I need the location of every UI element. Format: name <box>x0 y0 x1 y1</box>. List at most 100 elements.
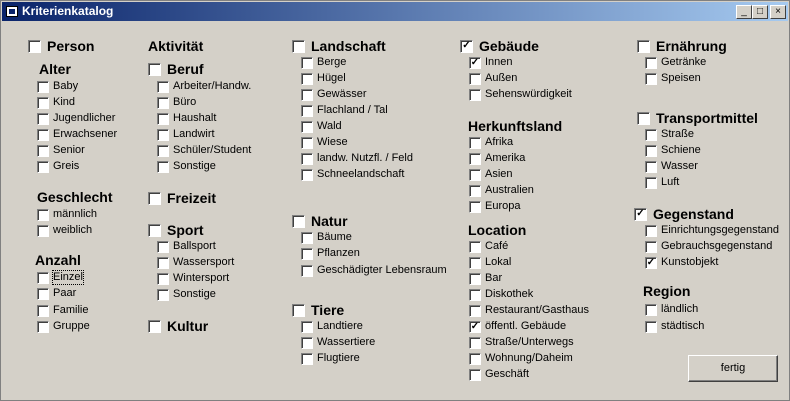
checkbox-senior[interactable] <box>37 145 49 157</box>
option-label-wintersport[interactable]: Wintersport <box>173 272 229 285</box>
checkbox-freizeit[interactable] <box>148 192 161 205</box>
checkbox-buro[interactable] <box>157 97 169 109</box>
checkbox-tiere[interactable] <box>292 304 305 317</box>
checkbox-kultur[interactable] <box>148 320 161 333</box>
checkbox-cafe[interactable] <box>469 241 481 253</box>
option-label-wiese[interactable]: Wiese <box>317 136 348 149</box>
option-label-getranke[interactable]: Getränke <box>661 56 706 69</box>
checkbox-offentl-gebaude[interactable]: ✓ <box>469 321 481 333</box>
checkbox-sehenswurdigkeit[interactable] <box>469 89 481 101</box>
category-label-kultur[interactable]: Kultur <box>167 318 208 334</box>
checkbox-landw-nutzfl-feld[interactable] <box>301 153 313 165</box>
checkbox-schiene[interactable] <box>645 145 657 157</box>
checkbox-sport[interactable] <box>148 224 161 237</box>
option-label-flachland-tal[interactable]: Flachland / Tal <box>317 104 388 117</box>
option-label-gruppe[interactable]: Gruppe <box>53 320 90 333</box>
option-label-landlich[interactable]: ländlich <box>661 303 698 316</box>
option-label-landtiere[interactable]: Landtiere <box>317 320 363 333</box>
category-label-tiere[interactable]: Tiere <box>311 302 344 318</box>
option-label-landw-nutzfl-feld[interactable]: landw. Nutzfl. / Feld <box>317 152 413 165</box>
checkbox-gegenstand[interactable]: ✓ <box>634 208 647 221</box>
checkbox-wintersport[interactable] <box>157 273 169 285</box>
checkbox-ernahrung[interactable] <box>637 40 650 53</box>
category-label-person[interactable]: Person <box>47 38 94 54</box>
option-label-luft[interactable]: Luft <box>661 176 679 189</box>
checkbox-strasse[interactable] <box>645 129 657 141</box>
option-label-einzel[interactable]: Einzel <box>52 270 84 285</box>
option-label-europa[interactable]: Europa <box>485 200 520 213</box>
option-label-strasse[interactable]: Straße <box>661 128 694 141</box>
title-bar[interactable]: Kriterienkatalog _ □ × <box>2 2 788 21</box>
checkbox-haushalt[interactable] <box>157 113 169 125</box>
checkbox-einzel[interactable] <box>37 272 49 284</box>
option-label-berge[interactable]: Berge <box>317 56 346 69</box>
checkbox-luft[interactable] <box>645 177 657 189</box>
category-label-landschaft[interactable]: Landschaft <box>311 38 386 54</box>
close-button[interactable]: × <box>770 5 786 19</box>
checkbox-flugtiere[interactable] <box>301 353 313 365</box>
checkbox-landschaft[interactable] <box>292 40 305 53</box>
checkbox-aussen[interactable] <box>469 73 481 85</box>
option-label-gebrauchsgegenstand[interactable]: Gebrauchsgegenstand <box>661 240 772 253</box>
option-label-wohnung-daheim[interactable]: Wohnung/Daheim <box>485 352 573 365</box>
option-label-bar[interactable]: Bar <box>485 272 502 285</box>
checkbox-pflanzen[interactable] <box>301 248 313 260</box>
checkbox-landwirt[interactable] <box>157 129 169 141</box>
option-label-australien[interactable]: Australien <box>485 184 534 197</box>
checkbox-mannlich[interactable] <box>37 209 49 221</box>
checkbox-restaurant-gasthaus[interactable] <box>469 305 481 317</box>
checkbox-jugendlicher[interactable] <box>37 113 49 125</box>
category-label-ernahrung[interactable]: Ernährung <box>656 38 727 54</box>
checkbox-speisen[interactable] <box>645 73 657 85</box>
checkbox-gebrauchsgegenstand[interactable] <box>645 241 657 253</box>
option-label-baume[interactable]: Bäume <box>317 231 352 244</box>
option-label-aussen[interactable]: Außen <box>485 72 517 85</box>
option-label-afrika[interactable]: Afrika <box>485 136 513 149</box>
option-label-diskothek[interactable]: Diskothek <box>485 288 533 301</box>
option-label-familie[interactable]: Familie <box>53 304 88 317</box>
option-label-wald[interactable]: Wald <box>317 120 342 133</box>
checkbox-baby[interactable] <box>37 81 49 93</box>
checkbox-gewasser[interactable] <box>301 89 313 101</box>
option-label-innen[interactable]: Innen <box>485 56 513 69</box>
app-icon[interactable] <box>6 6 18 17</box>
checkbox-baume[interactable] <box>301 232 313 244</box>
checkbox-familie[interactable] <box>37 305 49 317</box>
checkbox-sonstige[interactable] <box>157 289 169 301</box>
checkbox-asien[interactable] <box>469 169 481 181</box>
option-label-landwirt[interactable]: Landwirt <box>173 128 215 141</box>
checkbox-hugel[interactable] <box>301 73 313 85</box>
checkbox-europa[interactable] <box>469 201 481 213</box>
option-label-geschadigter-lebensraum[interactable]: Geschädigter Lebensraum <box>317 264 447 277</box>
checkbox-person[interactable] <box>28 40 41 53</box>
checkbox-weiblich[interactable] <box>37 225 49 237</box>
option-label-pflanzen[interactable]: Pflanzen <box>317 247 360 260</box>
checkbox-strasse-unterwegs[interactable] <box>469 337 481 349</box>
option-label-kind[interactable]: Kind <box>53 96 75 109</box>
option-label-strasse-unterwegs[interactable]: Straße/Unterwegs <box>485 336 574 349</box>
checkbox-berge[interactable] <box>301 57 313 69</box>
option-label-schuler-student[interactable]: Schüler/Student <box>173 144 251 157</box>
option-label-mannlich[interactable]: männlich <box>53 208 97 221</box>
checkbox-gebaude[interactable]: ✓ <box>460 40 473 53</box>
option-label-hugel[interactable]: Hügel <box>317 72 346 85</box>
checkbox-landlich[interactable] <box>645 304 657 316</box>
checkbox-bar[interactable] <box>469 273 481 285</box>
checkbox-sonstige[interactable] <box>157 161 169 173</box>
done-button[interactable]: fertig <box>688 355 778 382</box>
category-label-freizeit[interactable]: Freizeit <box>167 190 216 206</box>
option-label-geschaft[interactable]: Geschäft <box>485 368 529 381</box>
checkbox-amerika[interactable] <box>469 153 481 165</box>
checkbox-getranke[interactable] <box>645 57 657 69</box>
category-label-natur[interactable]: Natur <box>311 213 348 229</box>
option-label-sonstige[interactable]: Sonstige <box>173 288 216 301</box>
option-label-asien[interactable]: Asien <box>485 168 513 181</box>
checkbox-lokal[interactable] <box>469 257 481 269</box>
category-label-gebaude[interactable]: Gebäude <box>479 38 539 54</box>
checkbox-beruf[interactable] <box>148 63 161 76</box>
option-label-senior[interactable]: Senior <box>53 144 85 157</box>
option-label-buro[interactable]: Büro <box>173 96 196 109</box>
option-label-erwachsener[interactable]: Erwachsener <box>53 128 117 141</box>
checkbox-kunstobjekt[interactable]: ✓ <box>645 257 657 269</box>
option-label-schneelandschaft[interactable]: Schneelandschaft <box>317 168 404 181</box>
